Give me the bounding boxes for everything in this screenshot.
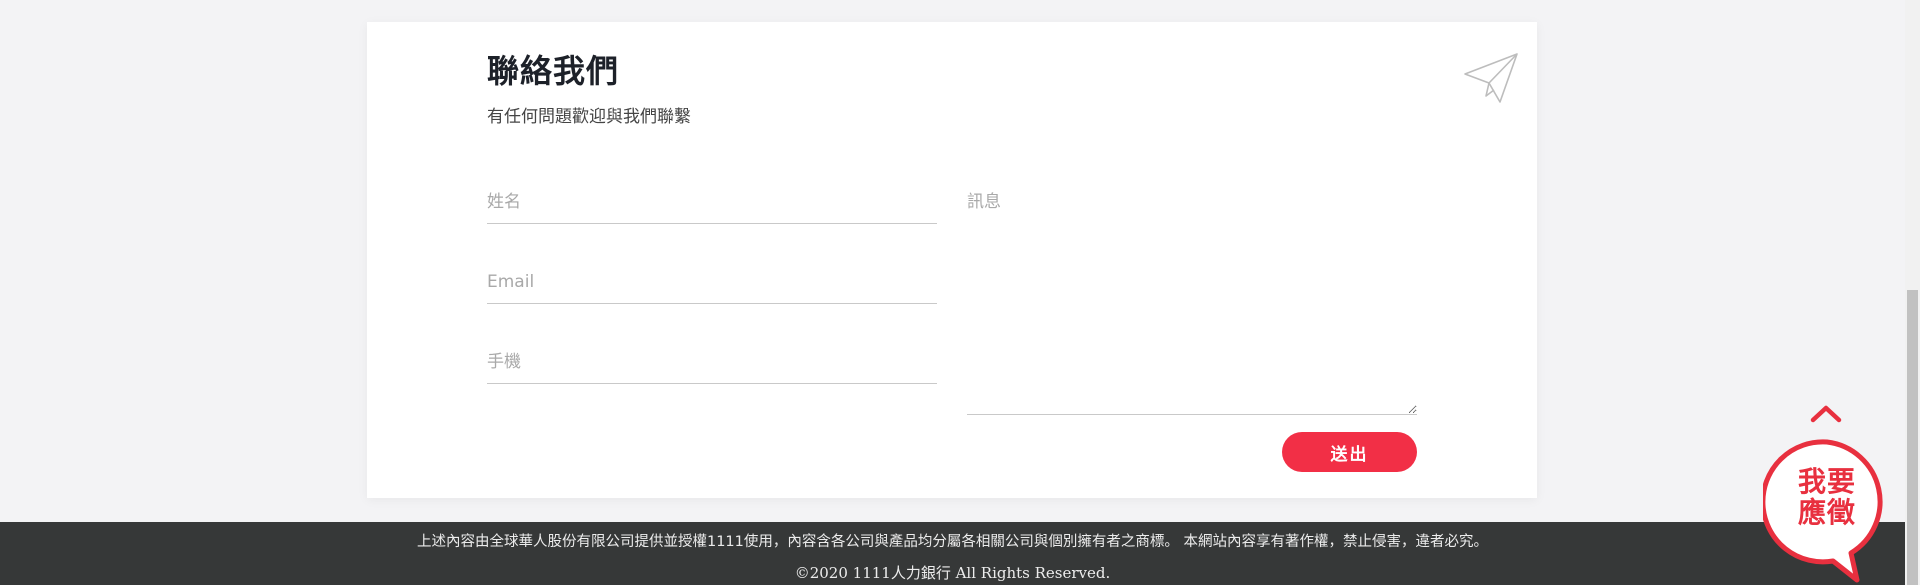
- message-field[interactable]: [967, 187, 1417, 415]
- footer-copyright: ©2020 1111人力銀行 All Rights Reserved.: [794, 564, 1111, 582]
- apply-button[interactable]: 我要 應徵: [1763, 466, 1891, 528]
- page-scrollbar[interactable]: [1905, 0, 1920, 585]
- scrollbar-thumb[interactable]: [1907, 290, 1918, 585]
- apply-label-line2: 應徵: [1797, 496, 1856, 529]
- paper-plane-icon: [1464, 53, 1518, 103]
- footer-notice: 上述內容由全球華人股份有限公司提供並授權1111使用，內容含各公司與產品均分屬各…: [416, 534, 1488, 550]
- page-subtitle: 有任何問題歡迎與我們聯繫: [487, 107, 691, 127]
- name-field[interactable]: [487, 180, 937, 224]
- phone-field[interactable]: [487, 340, 937, 384]
- email-field[interactable]: [487, 260, 937, 304]
- page-title: 聯絡我們: [487, 52, 620, 90]
- chevron-up-icon[interactable]: [1808, 400, 1844, 426]
- contact-card: 聯絡我們 有任何問題歡迎與我們聯繫 送出: [367, 22, 1537, 498]
- apply-label-line1: 我要: [1797, 465, 1856, 498]
- site-footer: 上述內容由全球華人股份有限公司提供並授權1111使用，內容含各公司與產品均分屬各…: [0, 522, 1905, 585]
- submit-button[interactable]: 送出: [1282, 432, 1417, 472]
